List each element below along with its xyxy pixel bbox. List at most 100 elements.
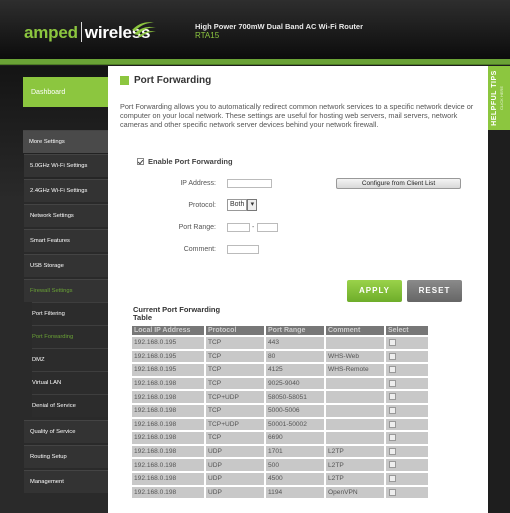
sidebar-item-usb-storage[interactable]: USB Storage xyxy=(24,254,108,277)
table-row: 192.168.0.198 TCP 9025-9040 xyxy=(132,377,428,390)
port-range-cell: 4500 xyxy=(266,472,324,485)
title-marker-icon xyxy=(120,76,129,85)
sidebar-item-2-4ghz-wi-fi-settings[interactable]: 2.4GHz Wi-Fi Settings xyxy=(24,179,108,202)
port-range-start-input[interactable] xyxy=(227,223,250,232)
right-gutter xyxy=(488,130,510,513)
local-ip-cell: 192.168.0.195 xyxy=(132,337,204,349)
select-cell xyxy=(386,364,428,376)
select-cell xyxy=(386,391,428,403)
sidebar-item-port-filtering[interactable]: Port Filtering xyxy=(32,302,108,325)
protocol-cell: TCP xyxy=(206,404,264,417)
protocol-cell: TCP xyxy=(206,350,264,363)
port-range-cell: 50001-50002 xyxy=(266,418,324,431)
protocol-cell: UDP xyxy=(206,445,264,458)
table-header-row: Local IP Address Protocol Port Range Commen… xyxy=(132,326,428,335)
sidebar-item-more-settings[interactable]: More Settings xyxy=(23,130,108,153)
local-ip-cell: 192.168.0.198 xyxy=(132,391,204,403)
port-range-cell: 6690 xyxy=(266,432,324,444)
helpful-tips-label[interactable]: HELPFUL TIPS CLICK HERE xyxy=(488,66,510,130)
port-range-cell: 9025-9040 xyxy=(266,377,324,390)
comment-input[interactable] xyxy=(227,245,259,254)
row-select-checkbox[interactable] xyxy=(389,366,396,374)
row-select-checkbox[interactable] xyxy=(389,434,396,442)
sidebar-item-routing-setup[interactable]: Routing Setup xyxy=(24,445,108,468)
sidebar-item-quality-of-service[interactable]: Quality of Service xyxy=(24,420,108,443)
table-row: 192.168.0.195 TCP 80 WHS-Web xyxy=(132,350,428,363)
protocol-cell: UDP xyxy=(206,486,264,499)
table-row: 192.168.0.198 TCP 5000-5006 xyxy=(132,404,428,417)
logo-amped: amped xyxy=(24,23,78,42)
sidebar-item-dashboard[interactable]: Dashboard xyxy=(23,77,108,107)
sidebar-item-denial-of-service[interactable]: Denial of Service xyxy=(32,394,108,417)
local-ip-cell: 192.168.0.198 xyxy=(132,486,204,499)
comment-cell: WHS-Web xyxy=(326,350,384,363)
comment-cell xyxy=(326,418,384,431)
local-ip-cell: 192.168.0.198 xyxy=(132,377,204,390)
protocol-cell: TCP xyxy=(206,337,264,349)
helpful-tips-subtitle: CLICK HERE xyxy=(499,86,504,111)
apply-button[interactable]: APPLY xyxy=(347,280,402,302)
table-row: 192.168.0.198 UDP 1194 OpenVPN xyxy=(132,486,428,499)
ip-address-input[interactable] xyxy=(227,179,272,188)
row-select-checkbox[interactable] xyxy=(389,447,396,455)
sidebar-item-port-forwarding[interactable]: Port Forwarding xyxy=(32,325,108,348)
row-select-checkbox[interactable] xyxy=(389,379,396,387)
column-header: Local IP Address xyxy=(132,326,204,335)
protocol-cell: TCP+UDP xyxy=(206,391,264,403)
comment-cell xyxy=(326,337,384,349)
port-range-cell: 1194 xyxy=(266,486,324,499)
wireless-signal-icon xyxy=(132,22,156,37)
row-select-checkbox[interactable] xyxy=(389,474,396,482)
sidebar-item-virtual-lan[interactable]: Virtual LAN xyxy=(32,371,108,394)
sidebar-item-5-0ghz-wi-fi-settings[interactable]: 5.0GHz Wi-Fi Settings xyxy=(24,154,108,177)
configure-from-client-list-button[interactable]: Configure from Client List xyxy=(336,178,461,189)
sidebar-item-smart-features[interactable]: Smart Features xyxy=(24,229,108,252)
page-title: Port Forwarding xyxy=(134,75,212,86)
protocol-cell: TCP xyxy=(206,432,264,444)
row-select-checkbox[interactable] xyxy=(389,339,396,347)
port-range-cell: 58050-58051 xyxy=(266,391,324,403)
select-cell xyxy=(386,472,428,485)
protocol-cell: UDP xyxy=(206,472,264,485)
table-row: 192.168.0.198 TCP 6690 xyxy=(132,432,428,444)
protocol-cell: TCP xyxy=(206,377,264,390)
port-range-cell: 500 xyxy=(266,459,324,471)
product-model: RTA15 xyxy=(195,31,220,40)
product-name: High Power 700mW Dual Band AC Wi-Fi Rout… xyxy=(195,22,363,31)
select-cell xyxy=(386,432,428,444)
comment-cell: L2TP xyxy=(326,472,384,485)
protocol-cell: TCP+UDP xyxy=(206,418,264,431)
table-row: 192.168.0.198 UDP 500 L2TP xyxy=(132,459,428,471)
row-select-checkbox[interactable] xyxy=(389,461,396,469)
header-accent-bar xyxy=(0,59,510,65)
sidebar-item-management[interactable]: Management xyxy=(24,470,108,493)
enable-port-forwarding-checkbox[interactable] xyxy=(137,158,144,165)
sidebar-item-firewall-settings[interactable]: Firewall Settings xyxy=(24,279,108,302)
row-select-checkbox[interactable] xyxy=(389,352,396,360)
comment-cell: L2TP xyxy=(326,445,384,458)
row-select-checkbox[interactable] xyxy=(389,407,396,415)
sidebar-item-dmz[interactable]: DMZ xyxy=(32,348,108,371)
table-row: 192.168.0.195 TCP 4125 WHS-Remote xyxy=(132,364,428,376)
row-select-checkbox[interactable] xyxy=(389,393,396,401)
local-ip-cell: 192.168.0.198 xyxy=(132,472,204,485)
comment-cell xyxy=(326,404,384,417)
row-select-checkbox[interactable] xyxy=(389,488,396,496)
port-range-label: Port Range: xyxy=(178,224,216,231)
enable-port-forwarding[interactable]: Enable Port Forwarding xyxy=(137,157,233,166)
reset-button[interactable]: RESET xyxy=(407,280,462,302)
protocol-select[interactable]: Both ▾ xyxy=(227,199,258,212)
row-select-checkbox[interactable] xyxy=(389,420,396,428)
comment-cell xyxy=(326,432,384,444)
ip-address-label: IP Address: xyxy=(180,180,216,187)
protocol-cell: UDP xyxy=(206,459,264,471)
column-header: Port Range xyxy=(266,326,324,335)
protocol-label: Protocol: xyxy=(188,202,216,209)
port-range-end-input[interactable] xyxy=(257,223,278,232)
header: amped wireless High Power 700mW Dual Band… xyxy=(0,0,510,59)
select-cell xyxy=(386,459,428,471)
select-cell xyxy=(386,337,428,349)
select-cell xyxy=(386,377,428,390)
select-cell xyxy=(386,486,428,499)
sidebar-item-network-settings[interactable]: Network Settings xyxy=(24,204,108,227)
